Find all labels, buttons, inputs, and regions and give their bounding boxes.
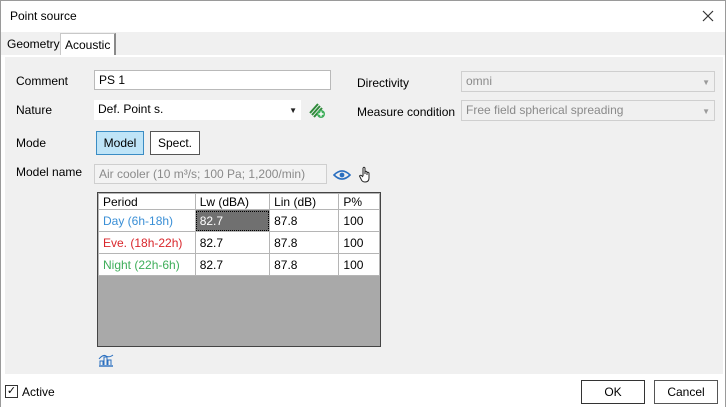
p-day-cell[interactable]: 100 (338, 209, 380, 232)
header-lin[interactable]: Lin (dB) (269, 193, 340, 210)
directivity-select: omni ▼ (461, 71, 715, 92)
emission-grid: Period Lw (dBA) Lin (dB) P% Day (6h-18h)… (97, 192, 381, 347)
mode-model-button[interactable]: Model (96, 131, 144, 155)
window-title: Point source (10, 9, 77, 23)
tab-acoustic[interactable]: Acoustic (60, 33, 117, 55)
hand-pointer-icon (356, 165, 374, 185)
add-layers-icon (309, 103, 325, 118)
lw-evening-cell[interactable]: 82.7 (194, 231, 271, 254)
header-lw[interactable]: Lw (dBA) (194, 193, 271, 210)
p-night-cell[interactable]: 100 (338, 253, 380, 276)
eye-icon (333, 170, 351, 180)
acoustic-panel: Comment PS 1 Nature Def. Point s. ▼ Mode… (5, 57, 723, 374)
period-day-cell[interactable]: Day (6h-18h) (98, 209, 196, 232)
view-model-button[interactable] (332, 165, 352, 185)
close-icon (702, 10, 714, 22)
model-name-label: Model name (16, 165, 83, 179)
directivity-label: Directivity (357, 76, 410, 90)
add-nature-button[interactable] (307, 100, 327, 120)
measure-condition-select: Free field spherical spreading ▼ (461, 100, 715, 121)
nature-select[interactable]: Def. Point s. ▼ (94, 100, 301, 120)
tab-geometry[interactable]: Geometry (3, 33, 64, 55)
table-row: Night (22h-6h) 82.7 87.8 100 (98, 253, 380, 276)
dialog-footer: ✓ Active OK Cancel (1, 375, 725, 407)
chevron-down-icon: ▼ (289, 106, 297, 115)
period-evening-cell[interactable]: Eve. (18h-22h) (98, 231, 196, 254)
period-night-cell[interactable]: Night (22h-6h) (98, 253, 196, 276)
table-header-row: Period Lw (dBA) Lin (dB) P% (98, 193, 380, 210)
nature-label: Nature (16, 103, 53, 117)
mode-spect-button[interactable]: Spect. (150, 131, 200, 155)
p-evening-cell[interactable]: 100 (338, 231, 380, 254)
table-row: Day (6h-18h) 82.7 87.8 100 (98, 209, 380, 232)
lw-night-cell[interactable]: 82.7 (194, 253, 271, 276)
measure-condition-value: Free field spherical spreading (466, 103, 624, 117)
lw-day-cell[interactable]: 82.7 (194, 209, 271, 232)
comment-input[interactable]: PS 1 (94, 70, 331, 90)
ok-button[interactable]: OK (581, 380, 645, 404)
point-source-dialog: Point source Geometry Acoustic Comment P… (0, 0, 726, 407)
header-p[interactable]: P% (338, 193, 380, 210)
spectrum-chart-button[interactable] (97, 352, 115, 368)
lin-evening-cell[interactable]: 87.8 (269, 231, 340, 254)
nature-value: Def. Point s. (98, 102, 164, 116)
title-bar: Point source (1, 1, 725, 31)
comment-label: Comment (16, 74, 69, 88)
lin-night-cell[interactable]: 87.8 (269, 253, 340, 276)
chevron-down-icon: ▼ (702, 78, 710, 87)
close-button[interactable] (695, 3, 721, 29)
model-name-input: Air cooler (10 m³/s; 100 Pa; 1,200/min) (94, 164, 327, 184)
header-period[interactable]: Period (98, 193, 196, 210)
chevron-down-icon: ▼ (702, 107, 710, 116)
lin-day-cell[interactable]: 87.8 (269, 209, 340, 232)
table-row: Eve. (18h-22h) 82.7 87.8 100 (98, 231, 380, 254)
emission-table: Period Lw (dBA) Lin (dB) P% Day (6h-18h)… (98, 193, 380, 276)
active-checkbox[interactable]: ✓ (5, 385, 18, 398)
directivity-value: omni (466, 74, 493, 88)
active-label: Active (22, 385, 55, 399)
cancel-button[interactable]: Cancel (654, 380, 718, 404)
measure-condition-label: Measure condition (357, 105, 456, 119)
spectrum-chart-icon (98, 354, 114, 367)
mode-label: Mode (16, 136, 47, 150)
tab-strip: Geometry Acoustic (1, 32, 725, 55)
